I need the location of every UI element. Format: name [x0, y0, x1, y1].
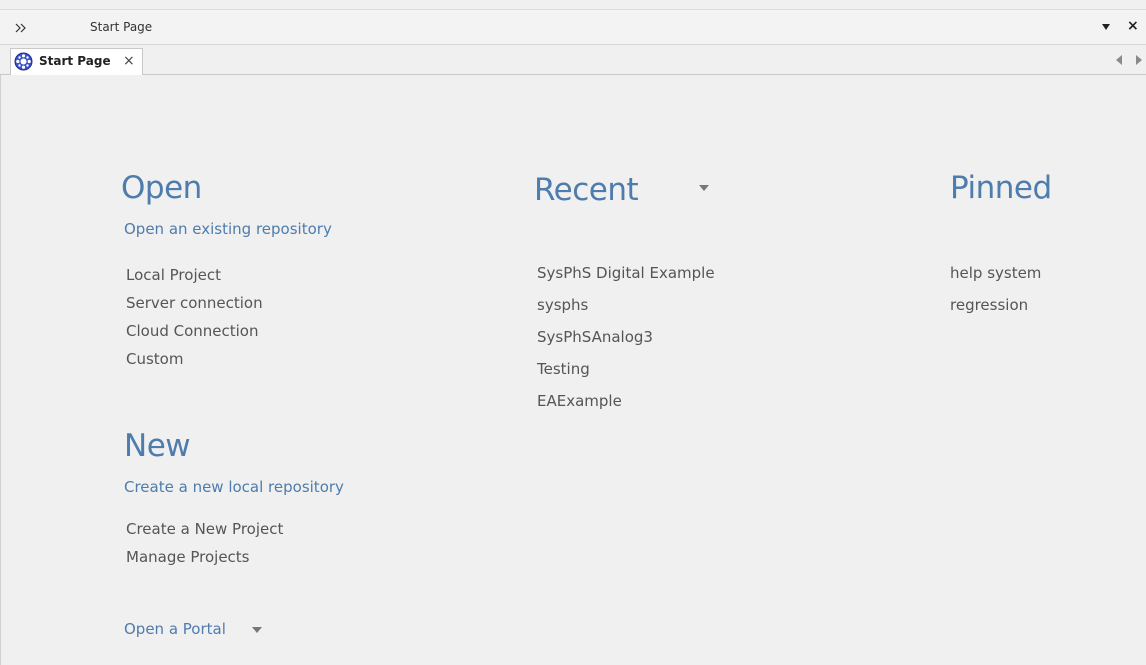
manage-projects[interactable]: Manage Projects	[126, 548, 250, 566]
window-menu-dropdown-icon[interactable]	[1102, 24, 1110, 30]
start-page-icon	[14, 52, 33, 71]
open-server-connection[interactable]: Server connection	[126, 294, 263, 312]
open-portal-link[interactable]: Open a Portal	[124, 620, 226, 638]
window-title: Start Page	[90, 20, 153, 34]
recent-heading: Recent	[534, 172, 639, 208]
tab-scroll-right-icon[interactable]	[1136, 55, 1142, 65]
recent-dropdown-icon[interactable]	[699, 185, 709, 191]
recent-item[interactable]: SysPhS Digital Example	[537, 264, 715, 282]
new-heading: New	[124, 428, 191, 464]
window-close-icon[interactable]: ×	[1127, 18, 1139, 34]
recent-item[interactable]: SysPhSAnalog3	[537, 328, 653, 346]
open-existing-repository-link[interactable]: Open an existing repository	[124, 220, 332, 238]
recent-item[interactable]: sysphs	[537, 296, 588, 314]
tab-scroll-left-icon[interactable]	[1116, 55, 1122, 65]
expand-chevrons-icon[interactable]	[14, 20, 30, 34]
open-cloud-connection[interactable]: Cloud Connection	[126, 322, 259, 340]
recent-item[interactable]: EAExample	[537, 392, 622, 410]
start-page-content: Open Open an existing repository Local P…	[0, 75, 1146, 665]
tab-start-page[interactable]: Start Page ×	[10, 48, 143, 75]
tab-strip: Start Page ×	[0, 45, 1146, 75]
tab-label: Start Page	[39, 54, 111, 68]
portal-dropdown-icon[interactable]	[252, 627, 262, 633]
pinned-item[interactable]: help system	[950, 264, 1041, 282]
create-new-project[interactable]: Create a New Project	[126, 520, 283, 538]
title-bar: Start Page ×	[0, 9, 1146, 45]
create-local-repository-link[interactable]: Create a new local repository	[124, 478, 344, 496]
pinned-item[interactable]: regression	[950, 296, 1028, 314]
open-custom[interactable]: Custom	[126, 350, 183, 368]
recent-item[interactable]: Testing	[537, 360, 590, 378]
open-local-project[interactable]: Local Project	[126, 266, 221, 284]
tab-close-icon[interactable]: ×	[123, 52, 135, 70]
open-heading: Open	[121, 170, 202, 206]
pinned-heading: Pinned	[950, 170, 1052, 206]
start-page-window: Start Page × Start Page × Open Open an e…	[0, 0, 1146, 665]
